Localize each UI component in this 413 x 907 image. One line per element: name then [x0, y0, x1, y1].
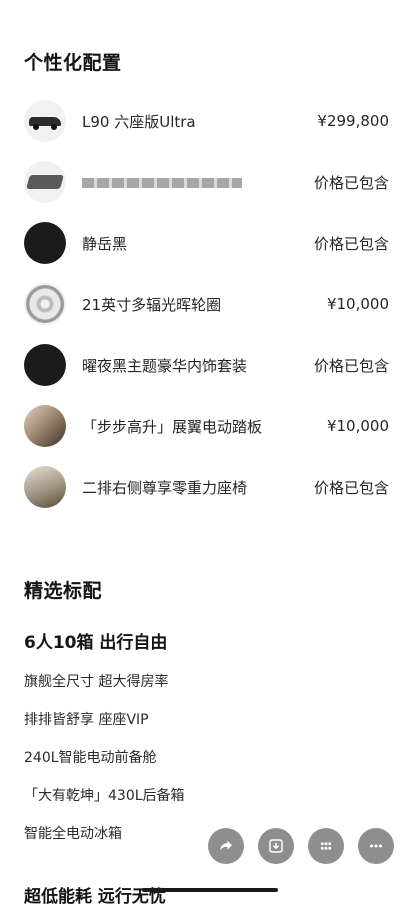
config-label: 21英寸多辐光晖轮圈 [82, 295, 222, 314]
download-icon [269, 839, 283, 853]
config-row-seat-package[interactable]: 价格已包含 [24, 160, 389, 204]
seat-thumbnail [24, 161, 66, 203]
config-price: 价格已包含 [313, 356, 389, 375]
feature-item: 「大有乾坤」430L后备箱 [24, 788, 185, 804]
config-label: 静岳黑 [82, 234, 128, 253]
config-row-running-board[interactable]: 「步步高升」展翼电动踏板 ¥10,000 [24, 404, 389, 448]
running-board-thumbnail [24, 405, 66, 447]
seat-photo-thumbnail [24, 466, 66, 508]
color-swatch [24, 222, 66, 264]
features-title: 精选标配 [24, 580, 103, 602]
config-row-exterior-color[interactable]: 静岳黑 价格已包含 [24, 221, 389, 265]
more-button[interactable] [358, 828, 394, 864]
interior-swatch [24, 344, 66, 386]
wheel-thumbnail [24, 283, 66, 325]
grid-icon [320, 842, 332, 850]
config-row-model[interactable]: L90 六座版Ultra ¥299,800 [24, 99, 389, 143]
features-headline: 6人10箱 出行自由 [24, 633, 168, 653]
more-icon [370, 844, 382, 848]
grid-button[interactable] [308, 828, 344, 864]
config-price: 价格已包含 [313, 173, 389, 192]
share-icon [220, 840, 232, 851]
config-price: ¥10,000 [326, 417, 389, 435]
config-row-interior[interactable]: 曜夜黑主题豪华内饰套装 价格已包含 [24, 343, 389, 387]
config-row-wheels[interactable]: 21英寸多辐光晖轮圈 ¥10,000 [24, 282, 389, 326]
feature-item: 智能全电动冰箱 [24, 826, 122, 842]
config-label: 「步步高升」展翼电动踏板 [82, 417, 263, 436]
config-label-obscured [82, 173, 314, 191]
config-label: 曜夜黑主题豪华内饰套装 [82, 356, 248, 375]
personalization-title: 个性化配置 [24, 52, 122, 74]
share-button[interactable] [208, 828, 244, 864]
next-section-headline: 超低能耗 远行无忧 [24, 887, 166, 907]
config-price: ¥10,000 [326, 295, 389, 313]
config-label: L90 六座版Ultra [82, 112, 196, 131]
config-row-zero-gravity-seat[interactable]: 二排右侧尊享零重力座椅 价格已包含 [24, 465, 389, 509]
config-price: ¥299,800 [317, 112, 389, 130]
blurred-text [82, 177, 242, 188]
feature-item: 旗舰全尺寸 超大得房率 [24, 674, 169, 690]
feature-item: 240L智能电动前备舱 [24, 750, 157, 766]
config-price: 价格已包含 [313, 478, 389, 497]
car-thumbnail [24, 100, 66, 142]
config-price: 价格已包含 [313, 234, 389, 253]
home-indicator[interactable] [142, 888, 278, 892]
config-label: 二排右侧尊享零重力座椅 [82, 478, 248, 497]
download-button[interactable] [258, 828, 294, 864]
feature-item: 排排皆舒享 座座VIP [24, 712, 149, 728]
